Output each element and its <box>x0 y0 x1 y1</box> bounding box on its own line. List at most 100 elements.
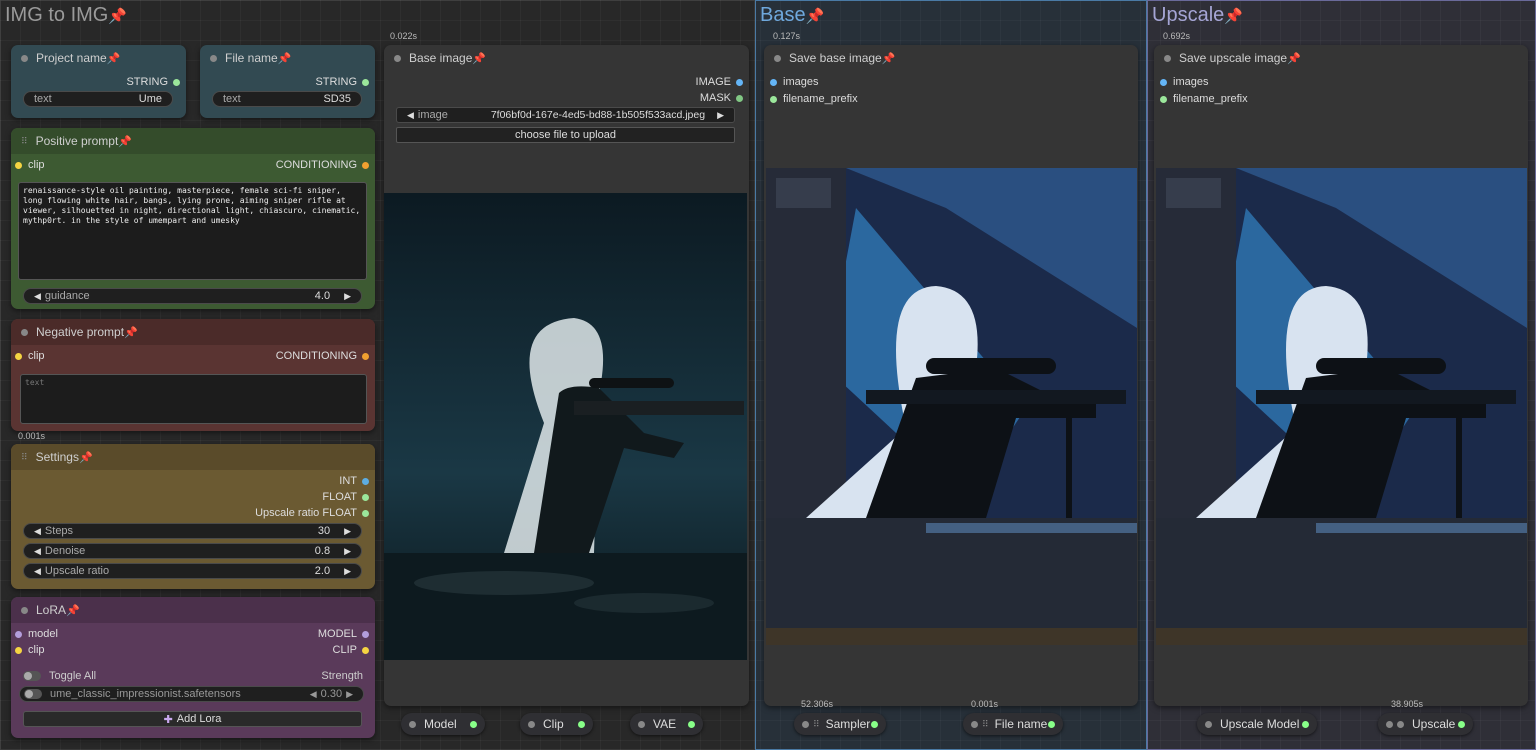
positive-prompt-node[interactable]: ⠿ Positive prompt 📌 clip CONDITIONING rena… <box>11 128 375 309</box>
upscale-model-chip[interactable]: Upscale Model <box>1197 713 1317 735</box>
file-name-text-input[interactable]: text SD35 <box>212 91 362 107</box>
collapse-dot-icon[interactable] <box>394 54 401 62</box>
collapse-dot-icon[interactable] <box>21 54 28 62</box>
image-select[interactable]: ◀ image 7f06bf0d-167e-4ed5-bd88-1b505f53… <box>396 107 735 123</box>
slot-dot-icon[interactable] <box>15 352 22 360</box>
input-images-slot[interactable]: images <box>1160 76 1208 88</box>
output-string-slot[interactable]: STRING <box>126 76 180 88</box>
slot-dot-icon[interactable] <box>362 509 369 517</box>
collapse-dot-icon[interactable] <box>774 54 781 62</box>
upload-button[interactable]: choose file to upload <box>396 127 735 143</box>
slot-dot-icon[interactable] <box>736 94 743 102</box>
increment-arrow-icon[interactable]: ▶ <box>346 689 353 700</box>
slot-dot-icon[interactable] <box>362 477 369 485</box>
chip-dot-icon[interactable] <box>1386 720 1393 728</box>
output-upscale-ratio-slot[interactable]: Upscale ratio FLOAT <box>255 507 369 519</box>
chip-output-dot-icon[interactable] <box>470 720 477 728</box>
file-name-chip[interactable]: ⠿ File name <box>963 713 1063 735</box>
input-filename-prefix-slot[interactable]: filename_prefix <box>770 93 858 105</box>
group-title-img-to-img[interactable]: IMG to IMG📌 <box>5 4 127 27</box>
slot-dot-icon[interactable] <box>736 78 743 86</box>
node-header[interactable]: Project name 📌 <box>11 45 186 71</box>
increment-arrow-icon[interactable]: ▶ <box>344 526 351 537</box>
slot-dot-icon[interactable] <box>362 78 369 86</box>
slot-dot-icon[interactable] <box>770 78 777 86</box>
grip-icon[interactable]: ⠿ <box>21 136 28 147</box>
slot-dot-icon[interactable] <box>173 78 180 86</box>
slot-dot-icon[interactable] <box>362 352 369 360</box>
upscale-chip[interactable]: Upscale <box>1378 713 1473 735</box>
decrement-arrow-icon[interactable]: ◀ <box>34 291 41 302</box>
input-images-slot[interactable]: images <box>770 76 818 88</box>
collapse-dot-icon[interactable] <box>1164 54 1171 62</box>
slot-dot-icon[interactable] <box>15 161 22 169</box>
upscale-ratio-slider[interactable]: ◀ Upscale ratio 2.0 ▶ <box>23 563 362 579</box>
slot-dot-icon[interactable] <box>1160 78 1167 86</box>
slot-dot-icon[interactable] <box>770 95 777 103</box>
chip-output-dot-icon[interactable] <box>578 720 585 728</box>
input-clip-slot[interactable]: clip <box>15 159 45 171</box>
output-image-slot[interactable]: IMAGE <box>696 76 743 88</box>
increment-arrow-icon[interactable]: ▶ <box>344 566 351 577</box>
chip-output-dot-icon[interactable] <box>1302 720 1309 728</box>
grip-icon[interactable]: ⠿ <box>813 719 820 730</box>
node-header[interactable]: Save upscale image 📌 <box>1154 45 1528 71</box>
chip-dot-icon[interactable] <box>1205 720 1212 728</box>
group-title-upscale[interactable]: Upscale📌 <box>1152 4 1243 27</box>
project-name-text-input[interactable]: text Ume <box>23 91 173 107</box>
chip-dot-icon[interactable] <box>528 720 535 728</box>
slot-dot-icon[interactable] <box>362 161 369 169</box>
decrement-arrow-icon[interactable]: ◀ <box>407 110 414 121</box>
output-model-slot[interactable]: MODEL <box>318 628 369 640</box>
collapse-dot-icon[interactable] <box>210 54 217 62</box>
node-header[interactable]: ⠿ Settings 📌 <box>11 444 375 470</box>
chip-output-dot-icon[interactable] <box>1458 720 1465 728</box>
vae-chip[interactable]: VAE <box>630 713 703 735</box>
output-string-slot[interactable]: STRING <box>315 76 369 88</box>
sampler-chip[interactable]: ⠿ Sampler <box>794 713 886 735</box>
clip-chip[interactable]: Clip <box>520 713 593 735</box>
slot-dot-icon[interactable] <box>362 630 369 638</box>
input-filename-prefix-slot[interactable]: filename_prefix <box>1160 93 1248 105</box>
lora-node[interactable]: LoRA 📌 model clip MODEL CLIP Toggle All S… <box>11 597 375 738</box>
collapse-dot-icon[interactable] <box>21 606 28 614</box>
lora-item-row[interactable]: ume_classic_impressionist.safetensors ◀ … <box>19 686 364 702</box>
slot-dot-icon[interactable] <box>1160 95 1167 103</box>
increment-arrow-icon[interactable]: ▶ <box>717 110 724 121</box>
node-header[interactable]: Negative prompt 📌 <box>11 319 375 345</box>
output-mask-slot[interactable]: MASK <box>700 92 743 104</box>
chip-output-dot-icon[interactable] <box>871 720 878 728</box>
slot-dot-icon[interactable] <box>362 493 369 501</box>
chip-dot-icon[interactable] <box>802 720 809 728</box>
increment-arrow-icon[interactable]: ▶ <box>344 291 351 302</box>
decrement-arrow-icon[interactable]: ◀ <box>34 546 41 557</box>
chip-output-dot-icon[interactable] <box>1048 720 1055 728</box>
lora-item-toggle[interactable] <box>24 689 42 699</box>
toggle-all-switch[interactable] <box>23 671 41 681</box>
save-upscale-image-node[interactable]: Save upscale image 📌 images filename_pref… <box>1154 45 1528 706</box>
output-conditioning-slot[interactable]: CONDITIONING <box>276 159 369 171</box>
negative-prompt-node[interactable]: Negative prompt 📌 clip CONDITIONING text <box>11 319 375 431</box>
grip-icon[interactable]: ⠿ <box>982 719 989 730</box>
node-header[interactable]: ⠿ Positive prompt 📌 <box>11 128 375 154</box>
settings-node[interactable]: ⠿ Settings 📌 INT FLOAT Upscale ratio FLOAT… <box>11 444 375 589</box>
decrement-arrow-icon[interactable]: ◀ <box>310 689 317 700</box>
chip-dot-icon[interactable] <box>409 720 416 728</box>
increment-arrow-icon[interactable]: ▶ <box>344 546 351 557</box>
base-image-node[interactable]: Base image 📌 IMAGE MASK ◀ image 7f06bf0d-… <box>384 45 749 706</box>
node-header[interactable]: Base image 📌 <box>384 45 749 71</box>
positive-prompt-textarea[interactable]: renaissance-style oil painting, masterpi… <box>18 182 367 280</box>
slot-dot-icon[interactable] <box>15 646 22 654</box>
node-header[interactable]: File name 📌 <box>200 45 375 71</box>
group-title-base[interactable]: Base📌 <box>760 4 824 27</box>
node-header[interactable]: LoRA 📌 <box>11 597 375 623</box>
collapse-dot-icon[interactable] <box>21 328 28 336</box>
output-float-slot[interactable]: FLOAT <box>322 491 369 503</box>
chip-dot-icon[interactable] <box>1397 720 1404 728</box>
decrement-arrow-icon[interactable]: ◀ <box>34 526 41 537</box>
chip-dot-icon[interactable] <box>971 720 978 728</box>
node-header[interactable]: Save base image 📌 <box>764 45 1138 71</box>
chip-output-dot-icon[interactable] <box>688 720 695 728</box>
model-chip[interactable]: Model <box>401 713 485 735</box>
project-name-node[interactable]: Project name 📌 STRING text Ume <box>11 45 186 118</box>
